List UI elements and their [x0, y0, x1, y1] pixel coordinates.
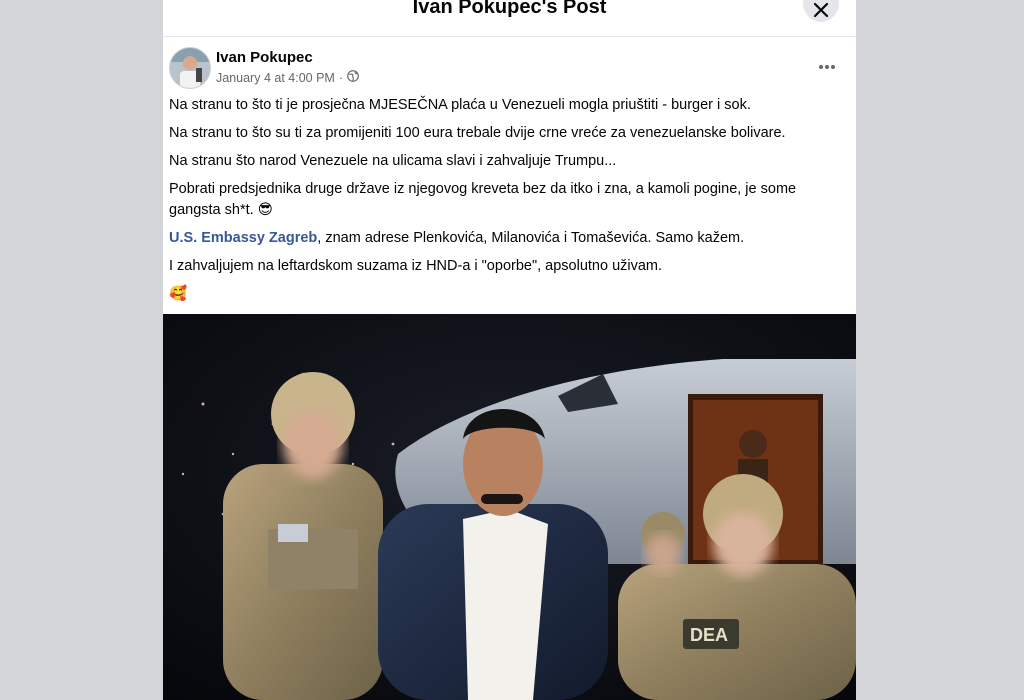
- dea-patch-text: DEA: [690, 625, 728, 645]
- post-meta: January 4 at 4:00 PM ·: [216, 70, 359, 85]
- love-emoji: 🥰: [169, 286, 188, 302]
- post-paragraph: Na stranu to što ti je prosječna MJESEČN…: [169, 97, 751, 113]
- post-timestamp[interactable]: January 4 at 4:00 PM: [216, 71, 335, 85]
- post-paragraph: Na stranu to što su ti za promijeniti 10…: [169, 125, 786, 141]
- dialog-header: Ivan Pokupec's Post: [163, 0, 856, 37]
- post-dialog: Ivan Pokupec's Post Ivan Pokupec January…: [163, 0, 856, 700]
- post-header: Ivan Pokupec January 4 at 4:00 PM ·: [163, 37, 856, 95]
- post-text: Na stranu to što ti je prosječna MJESEČN…: [169, 95, 849, 312]
- mention-link[interactable]: U.S. Embassy Zagreb: [169, 230, 317, 246]
- post-paragraph: 🥰: [169, 284, 849, 305]
- avatar[interactable]: [169, 47, 211, 89]
- close-icon: [813, 2, 829, 18]
- post-paragraph: I zahvaljujem na leftardskom suzama iz H…: [169, 258, 663, 274]
- backdrop-right: [856, 0, 1024, 700]
- post-paragraph: Pobrati predsjednika druge države iz nje…: [169, 179, 849, 221]
- meta-separator: ·: [338, 70, 343, 85]
- cool-emoji: 😎: [257, 202, 273, 218]
- post-paragraph: U.S. Embassy Zagreb, znam adrese Plenkov…: [169, 228, 849, 249]
- post-paragraph: Na stranu što narod Venezuele na ulicama…: [169, 153, 617, 169]
- mention-rest-text: , znam adrese Plenkovića, Milanovića i T…: [317, 230, 745, 246]
- globe-icon: [347, 70, 359, 85]
- post-photo[interactable]: DEA: [163, 314, 856, 700]
- backdrop-left: [0, 0, 163, 700]
- dialog-title: Ivan Pokupec's Post: [412, 0, 607, 18]
- author-name[interactable]: Ivan Pokupec: [216, 49, 313, 66]
- more-options-button[interactable]: [810, 54, 844, 80]
